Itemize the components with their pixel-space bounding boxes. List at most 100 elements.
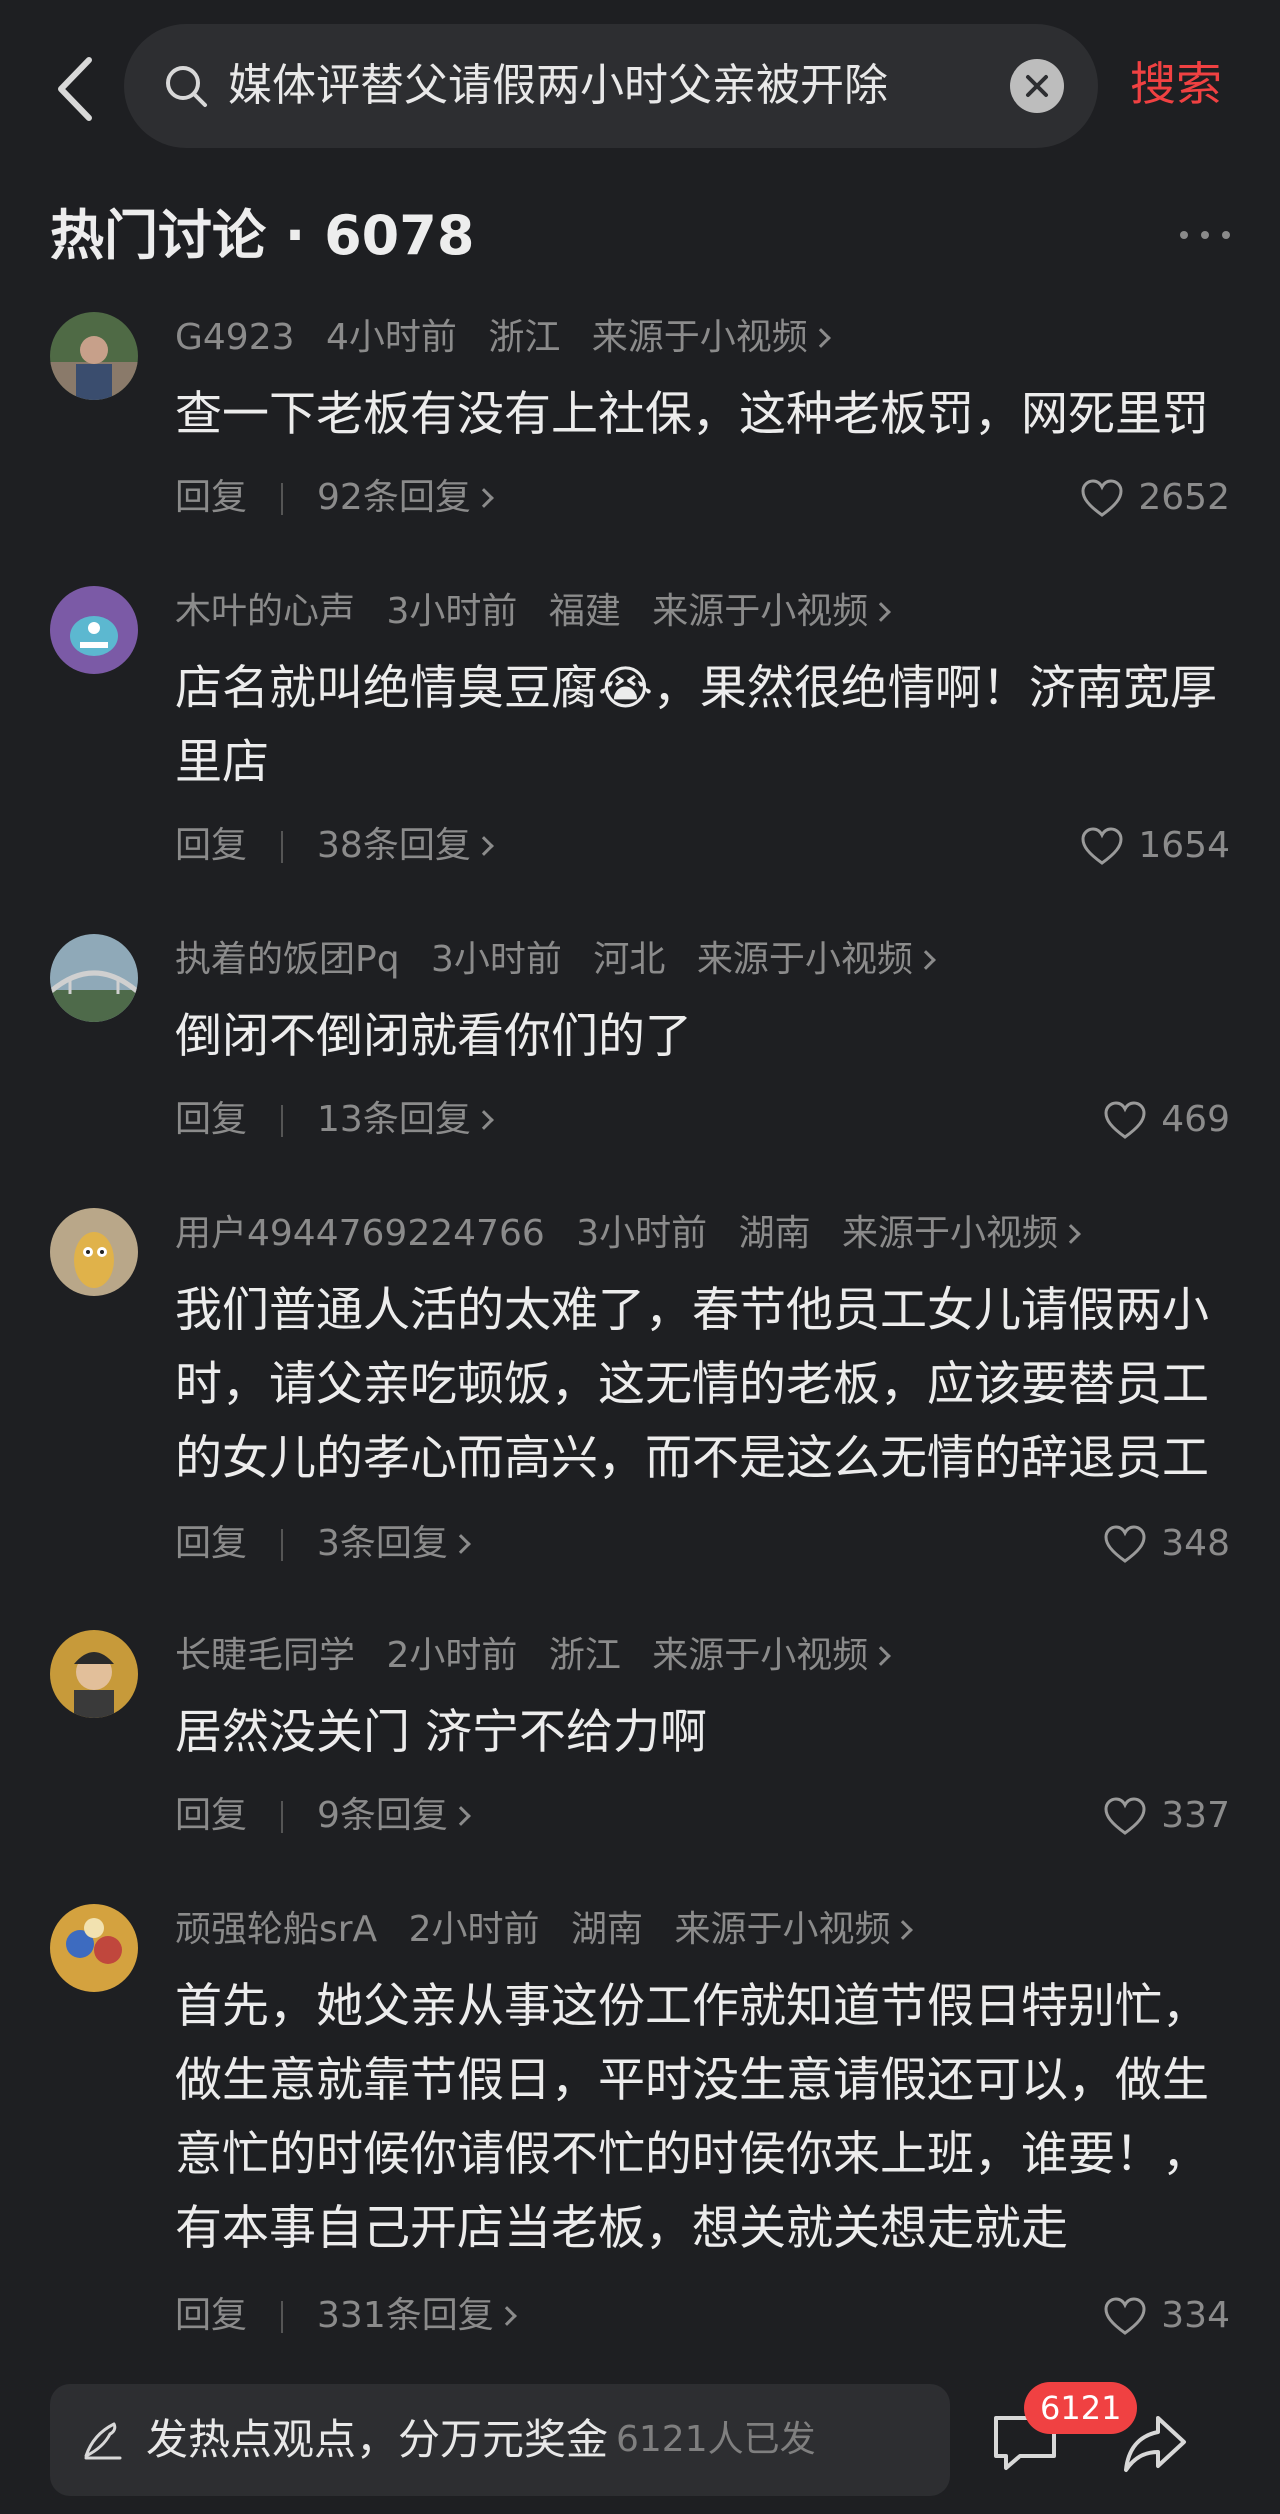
comment-location: 浙江 bbox=[548, 1635, 621, 1676]
comment-item: 用户4944769224766 3小时前 湖南 来源于小视频 我们普通人活的太难… bbox=[0, 1204, 1280, 1584]
replies-link[interactable]: 92条回复 bbox=[317, 477, 471, 518]
replies-link[interactable]: 331条回复 bbox=[317, 2295, 494, 2336]
comment-meta: 顽强轮船srA 2小时前 湖南 来源于小视频 bbox=[175, 1900, 914, 1960]
reply-button[interactable]: 回复 bbox=[175, 825, 247, 866]
like-button[interactable]: 348 bbox=[1103, 1514, 1230, 1574]
username[interactable]: 木叶的心声 bbox=[175, 591, 355, 632]
comment-meta: G4923 4小时前 浙江 来源于小视频 bbox=[175, 308, 831, 368]
username[interactable]: G4923 bbox=[175, 317, 295, 358]
username[interactable]: 用户4944769224766 bbox=[175, 1213, 545, 1254]
divider bbox=[281, 483, 284, 515]
like-button[interactable]: 1654 bbox=[1080, 816, 1230, 876]
avatar[interactable] bbox=[50, 934, 138, 1022]
comment-item: G4923 4小时前 浙江 来源于小视频 查一下老板有没有上社保，这种老板罚，网… bbox=[0, 308, 1280, 538]
close-icon bbox=[1026, 75, 1048, 97]
comment-text: 查一下老板有没有上社保，这种老板罚，网死里罚 bbox=[175, 387, 1209, 442]
source-link[interactable]: 来源于小视频 bbox=[674, 1909, 890, 1950]
comment-actions: 回复 38条回复 bbox=[175, 816, 494, 876]
source-link[interactable]: 来源于小视频 bbox=[592, 317, 808, 358]
comment-actions: 回复 3条回复 bbox=[175, 1514, 471, 1574]
comment-item: 顽强轮船srA 2小时前 湖南 来源于小视频 首先，她父亲从事这份工作就知道节假… bbox=[0, 1900, 1280, 2350]
avatar[interactable] bbox=[50, 312, 138, 400]
comment-actions: 回复 92条回复 bbox=[175, 468, 494, 528]
back-button[interactable] bbox=[40, 44, 110, 134]
replies-link[interactable]: 38条回复 bbox=[317, 825, 471, 866]
avatar[interactable] bbox=[50, 586, 138, 674]
avatar[interactable] bbox=[50, 1904, 138, 1992]
comment-location: 湖南 bbox=[738, 1213, 811, 1254]
like-count: 348 bbox=[1161, 1523, 1230, 1564]
like-button[interactable]: 2652 bbox=[1080, 468, 1230, 528]
chevron-right-icon bbox=[1061, 1224, 1081, 1244]
avatar-image bbox=[50, 1208, 138, 1296]
chevron-right-icon bbox=[473, 1110, 494, 1130]
reply-button[interactable]: 回复 bbox=[175, 2295, 247, 2336]
comment-actions: 回复 331条回复 bbox=[175, 2286, 517, 2346]
avatar-image bbox=[50, 1904, 138, 1992]
username[interactable]: 执着的饭团Pq bbox=[175, 939, 400, 980]
top-bar: 媒体评替父请假两小时父亲被开除 搜索 bbox=[0, 0, 1280, 170]
reply-button[interactable]: 回复 bbox=[175, 1523, 247, 1564]
chevron-right-icon bbox=[893, 1920, 914, 1940]
username[interactable]: 顽强轮船srA bbox=[175, 1909, 377, 1950]
chevron-right-icon bbox=[473, 836, 494, 856]
comment-location: 湖南 bbox=[571, 1909, 644, 1950]
divider bbox=[281, 831, 284, 863]
compose-input[interactable]: 发热点观点，分万元奖金 6121人已发 bbox=[50, 2384, 950, 2496]
search-box[interactable]: 媒体评替父请假两小时父亲被开除 bbox=[124, 24, 1098, 148]
chevron-right-icon bbox=[496, 2306, 517, 2326]
comment-actions: 回复 9条回复 bbox=[175, 1786, 471, 1846]
replies-link[interactable]: 3条回复 bbox=[317, 1523, 448, 1564]
avatar[interactable] bbox=[50, 1208, 138, 1296]
comment-time: 4小时前 bbox=[325, 317, 457, 358]
clear-search-button[interactable] bbox=[1010, 59, 1064, 113]
search-button[interactable]: 搜索 bbox=[1130, 44, 1222, 124]
replies-link[interactable]: 9条回复 bbox=[317, 1795, 448, 1836]
comment-item: 长睫毛同学 2小时前 浙江 来源于小视频 居然没关门 济宁不给力啊 回复 9条回复… bbox=[0, 1626, 1280, 1856]
avatar-image bbox=[50, 586, 138, 674]
more-dot-icon bbox=[1222, 231, 1230, 239]
comment-time: 2小时前 bbox=[408, 1909, 540, 1950]
comment-location: 河北 bbox=[593, 939, 666, 980]
source-link[interactable]: 来源于小视频 bbox=[652, 591, 868, 632]
reply-button[interactable]: 回复 bbox=[175, 477, 247, 518]
avatar-image bbox=[50, 1630, 138, 1718]
chevron-right-icon bbox=[451, 1806, 471, 1826]
source-link[interactable]: 来源于小视频 bbox=[842, 1213, 1058, 1254]
compose-count: 6121人已发 bbox=[616, 2419, 816, 2460]
compose-label: 发热点观点，分万元奖金 bbox=[146, 2415, 609, 2464]
share-icon[interactable] bbox=[1120, 2408, 1190, 2478]
more-dot-icon bbox=[1201, 231, 1209, 239]
heart-icon bbox=[1104, 1797, 1146, 1835]
avatar[interactable] bbox=[50, 1630, 138, 1718]
search-input[interactable]: 媒体评替父请假两小时父亲被开除 bbox=[228, 24, 888, 148]
avatar-image bbox=[50, 934, 138, 1022]
chevron-right-icon bbox=[915, 950, 936, 970]
comment-time: 3小时前 bbox=[386, 591, 518, 632]
heart-icon bbox=[1081, 479, 1123, 517]
comment-location: 浙江 bbox=[488, 317, 561, 358]
like-count: 337 bbox=[1161, 1795, 1230, 1836]
like-count: 334 bbox=[1161, 2295, 1230, 2336]
more-options-button[interactable] bbox=[1180, 210, 1230, 260]
avatar-image bbox=[50, 312, 138, 400]
divider bbox=[281, 1801, 284, 1833]
reply-button[interactable]: 回复 bbox=[175, 1099, 247, 1140]
comment-meta: 用户4944769224766 3小时前 湖南 来源于小视频 bbox=[175, 1204, 1081, 1264]
chevron-right-icon bbox=[451, 1534, 471, 1554]
like-button[interactable]: 334 bbox=[1103, 2286, 1230, 2346]
replies-link[interactable]: 13条回复 bbox=[317, 1099, 471, 1140]
comment-time: 3小时前 bbox=[576, 1213, 708, 1254]
like-button[interactable]: 469 bbox=[1103, 1090, 1230, 1150]
heart-icon bbox=[1104, 1525, 1146, 1563]
source-link[interactable]: 来源于小视频 bbox=[697, 939, 913, 980]
reply-button[interactable]: 回复 bbox=[175, 1795, 247, 1836]
comment-item: 执着的饭团Pq 3小时前 河北 来源于小视频 倒闭不倒闭就看你们的了 回复 13条… bbox=[0, 930, 1280, 1160]
source-link[interactable]: 来源于小视频 bbox=[652, 1635, 868, 1676]
comment-text: 我们普通人活的太难了，春节他员工女儿请假两小时，请父亲吃顿饭，这无情的老板，应该… bbox=[175, 1283, 1209, 1486]
like-button[interactable]: 337 bbox=[1103, 1786, 1230, 1846]
username[interactable]: 长睫毛同学 bbox=[175, 1635, 355, 1676]
heart-icon bbox=[1081, 827, 1123, 865]
comment-text: 首先，她父亲从事这份工作就知道节假日特别忙，做生意就靠节假日，平时没生意请假还可… bbox=[175, 1979, 1209, 2256]
chevron-left-icon bbox=[58, 57, 92, 121]
